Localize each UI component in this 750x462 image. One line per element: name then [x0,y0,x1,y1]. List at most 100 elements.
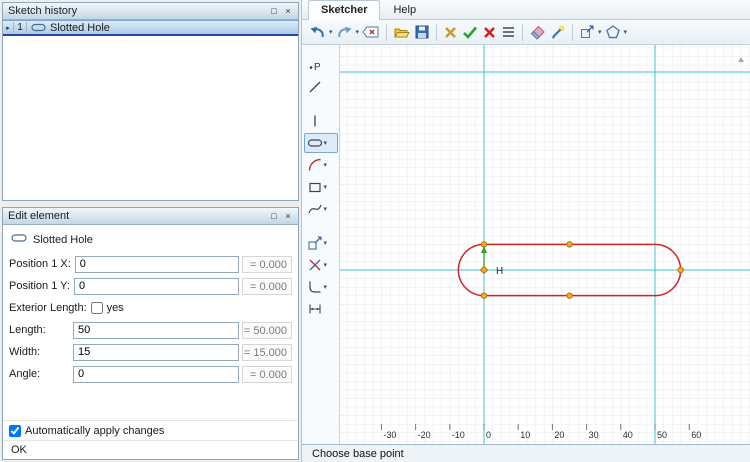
tool-arc[interactable]: ▾ [304,155,338,175]
history-row-number: 1 [13,22,27,33]
toolbar-separator [572,23,574,41]
edit-field-row: Position 1 X: = 0.000 [3,253,298,275]
control-point[interactable] [566,292,573,299]
ruler-label: -30 [383,430,396,440]
edit-field-row: Angle: = 0.000 [3,363,298,385]
undo-dropdown-icon[interactable]: ▾ [328,28,334,36]
edit-element-title: Edit element [8,210,70,222]
ruler-label: 10 [520,430,530,440]
discard-button[interactable] [441,22,460,43]
open-button[interactable] [391,22,412,43]
tool-dropdown-icon[interactable]: ▾ [323,161,329,169]
auto-apply-checkbox[interactable] [9,424,21,437]
field-input[interactable] [73,277,239,295]
dialog-status-text: OK [11,444,27,456]
field-label: Length: [9,324,46,336]
field-label: Width: [9,346,41,358]
sketch-history-titlebar[interactable]: Sketch history □ × [3,3,298,20]
ruler-label: 60 [691,430,701,440]
element-type-label: Slotted Hole [33,233,93,246]
field-input[interactable] [73,343,239,361]
tool-dropdown-icon[interactable]: ▾ [323,205,329,213]
maximize-icon[interactable]: □ [267,4,281,19]
ruler-label: -20 [418,430,431,440]
workspace: P ▾ ▾ ▾ ▾ ▾ ▾ ▾ -30 -20 -10 0 10 20 30 4… [302,45,750,444]
edit-field-row: Width: = 15.000 [3,341,298,363]
tool-dropdown-icon[interactable]: ▾ [323,283,329,291]
edit-field-row: Exterior Length: yes [3,297,298,319]
ruler-label: -10 [452,430,465,440]
origin-h-label: H [496,266,503,277]
status-bar: Choose base point [302,444,750,462]
tool-rectangle[interactable]: ▾ [304,177,338,197]
shape-tool-dropdown-icon[interactable]: ▾ [623,28,629,36]
auto-apply-row: Automatically apply changes [3,420,298,440]
slotted-hole-icon [27,23,48,32]
control-point[interactable] [566,241,573,248]
maximize-icon[interactable]: □ [267,209,281,224]
history-row-label: Slotted Hole [50,21,110,34]
dialog-status-row: OK [3,440,298,459]
ruler-label: 30 [589,430,599,440]
toolbar-separator [522,23,524,41]
app-window: Sketch history □ × ▸ 1 Slotted Hole Edit… [0,0,750,462]
edit-field-row: Position 1 Y: = 0.000 [3,275,298,297]
save-button[interactable] [412,22,432,43]
eraser-button[interactable] [527,22,548,43]
tool-spline[interactable]: ▾ [304,199,338,219]
toolbar-separator [386,23,388,41]
field-computed-value: = 0.000 [242,255,292,273]
sketch-history-list: ▸ 1 Slotted Hole [3,20,298,200]
svg-text:P: P [314,62,321,73]
control-point[interactable] [677,266,684,274]
tool-slotted-hole[interactable]: ▾ [303,133,338,153]
shape-tool-button[interactable] [603,22,623,43]
tab-help[interactable]: Help [380,0,429,19]
delete-element-button[interactable] [360,22,382,43]
field-input[interactable] [73,321,239,339]
tool-dimension[interactable] [304,299,338,319]
history-row[interactable]: ▸ 1 Slotted Hole [3,20,298,36]
tool-dropdown-icon[interactable]: ▾ [323,183,329,191]
field-input[interactable] [74,255,239,273]
tool-corner[interactable]: ▾ [304,277,338,297]
fit-view-button[interactable] [577,22,597,43]
tool-vertical-line[interactable] [304,111,338,131]
format-pen-button[interactable] [548,22,568,43]
edit-element-titlebar[interactable]: Edit element □ × [3,208,298,225]
sketch-canvas[interactable]: -30 -20 -10 0 10 20 30 40 50 60 H [340,45,750,444]
redo-button[interactable] [334,22,355,43]
edit-element-body: Slotted Hole Position 1 X: = 0.000 Posit… [3,225,298,459]
menu-button[interactable] [499,22,518,43]
ruler-label: 0 [486,430,491,440]
field-checkbox[interactable] [90,302,103,314]
sketch-history-panel: Sketch history □ × ▸ 1 Slotted Hole [2,2,299,201]
accept-button[interactable] [460,22,480,43]
tool-point[interactable]: P [304,55,338,75]
tool-trim[interactable]: ▾ [304,255,338,275]
field-input[interactable] [73,365,239,383]
slotted-hole-icon [11,233,27,246]
close-icon[interactable]: × [281,209,295,224]
tab-sketcher[interactable]: Sketcher [308,0,381,20]
tool-transform[interactable]: ▾ [304,233,338,253]
undo-button[interactable] [307,22,328,43]
close-icon[interactable]: × [281,4,295,19]
field-label: Angle: [9,368,41,380]
cancel-button[interactable] [480,22,499,43]
tool-dropdown-icon[interactable]: ▾ [323,261,329,269]
field-computed-value: = 0.000 [242,365,292,383]
tool-dropdown-icon[interactable]: ▾ [323,239,329,247]
edit-element-panel: Edit element □ × Slotted Hole Position 1… [2,207,299,460]
edit-fields: Position 1 X: = 0.000 Position 1 Y: = 0.… [3,251,298,385]
fit-view-dropdown-icon[interactable]: ▾ [597,28,603,36]
tool-line[interactable] [304,77,338,97]
field-computed-value: = 50.000 [242,321,292,339]
auto-apply-label: Automatically apply changes [25,424,165,437]
sketch-history-title: Sketch history [8,5,78,17]
tool-dropdown-icon[interactable]: ▾ [323,139,329,147]
edit-element-footer: Automatically apply changes OK [3,420,298,459]
field-computed-value: = 0.000 [242,277,292,295]
control-point[interactable] [480,292,488,299]
ruler-label: 50 [657,430,667,440]
